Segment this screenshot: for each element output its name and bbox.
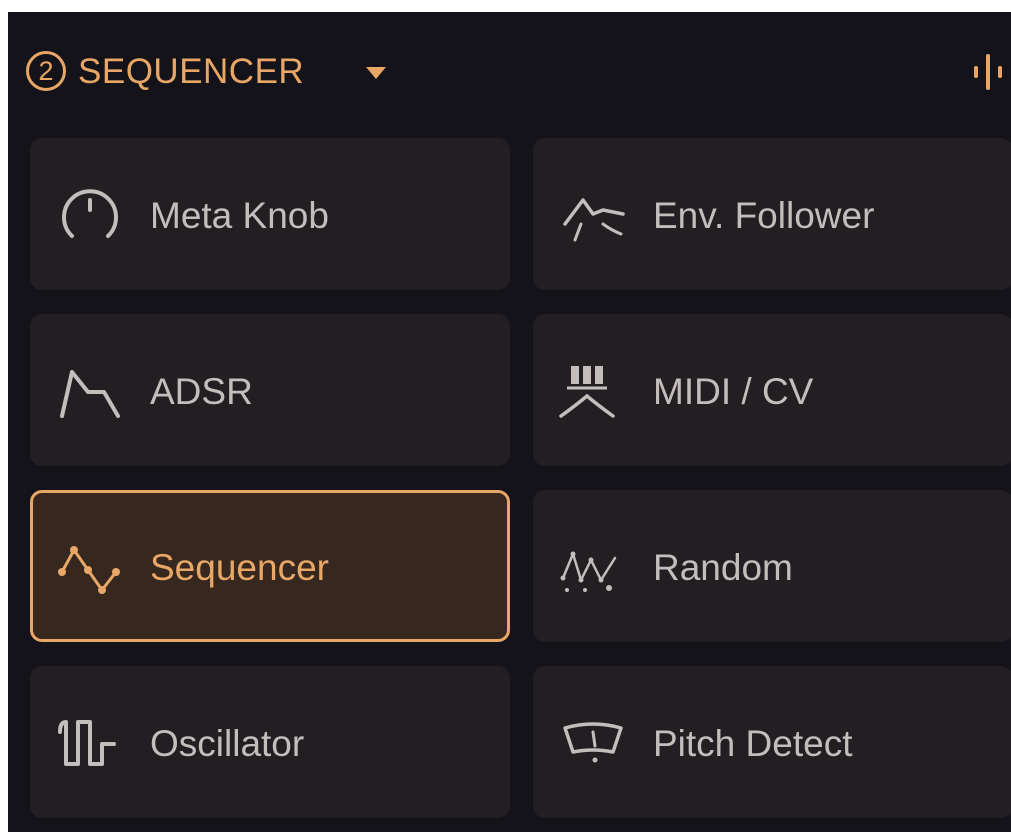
modulator-panel: 2 SEQUENCER Meta Knob Env. Follower ADSR… xyxy=(8,12,1011,832)
modulator-tile-pitch-detect[interactable]: Pitch Detect xyxy=(533,666,1011,818)
oscillator-wave-icon xyxy=(54,718,126,770)
pitch-detect-icon xyxy=(557,718,629,770)
modulator-label: Sequencer xyxy=(150,547,329,588)
modulator-type-dropdown[interactable]: SEQUENCER xyxy=(78,52,304,92)
modulator-tile-random[interactable]: Random xyxy=(533,490,1011,642)
level-meter-icon xyxy=(968,54,1008,90)
modulator-tile-adsr[interactable]: ADSR xyxy=(30,314,510,466)
modulator-label: Oscillator xyxy=(150,723,305,764)
modulator-label: Pitch Detect xyxy=(653,723,853,764)
modulator-label: Random xyxy=(653,547,793,588)
knob-icon xyxy=(54,189,126,242)
midi-cv-icon xyxy=(557,366,629,418)
slot-number-badge: 2 xyxy=(26,51,66,91)
adsr-envelope-icon xyxy=(54,366,126,418)
modulator-label: Env. Follower xyxy=(653,195,875,236)
modulator-label: MIDI / CV xyxy=(653,371,814,412)
modulator-label: Meta Knob xyxy=(150,195,329,236)
random-icon xyxy=(557,542,629,594)
modulator-tile-meta-knob[interactable]: Meta Knob xyxy=(30,138,510,290)
modulator-label: ADSR xyxy=(150,371,253,412)
modulator-header: 2 SEQUENCER xyxy=(8,12,1011,132)
modulator-tile-env-follower[interactable]: Env. Follower xyxy=(533,138,1011,290)
modulator-tile-oscillator[interactable]: Oscillator xyxy=(30,666,510,818)
modulator-tile-midi-cv[interactable]: MIDI / CV xyxy=(533,314,1011,466)
modulator-tile-sequencer[interactable]: Sequencer xyxy=(30,490,510,642)
sequencer-steps-icon xyxy=(54,542,126,594)
caret-down-icon[interactable] xyxy=(366,67,386,79)
envelope-follower-icon xyxy=(557,190,629,242)
